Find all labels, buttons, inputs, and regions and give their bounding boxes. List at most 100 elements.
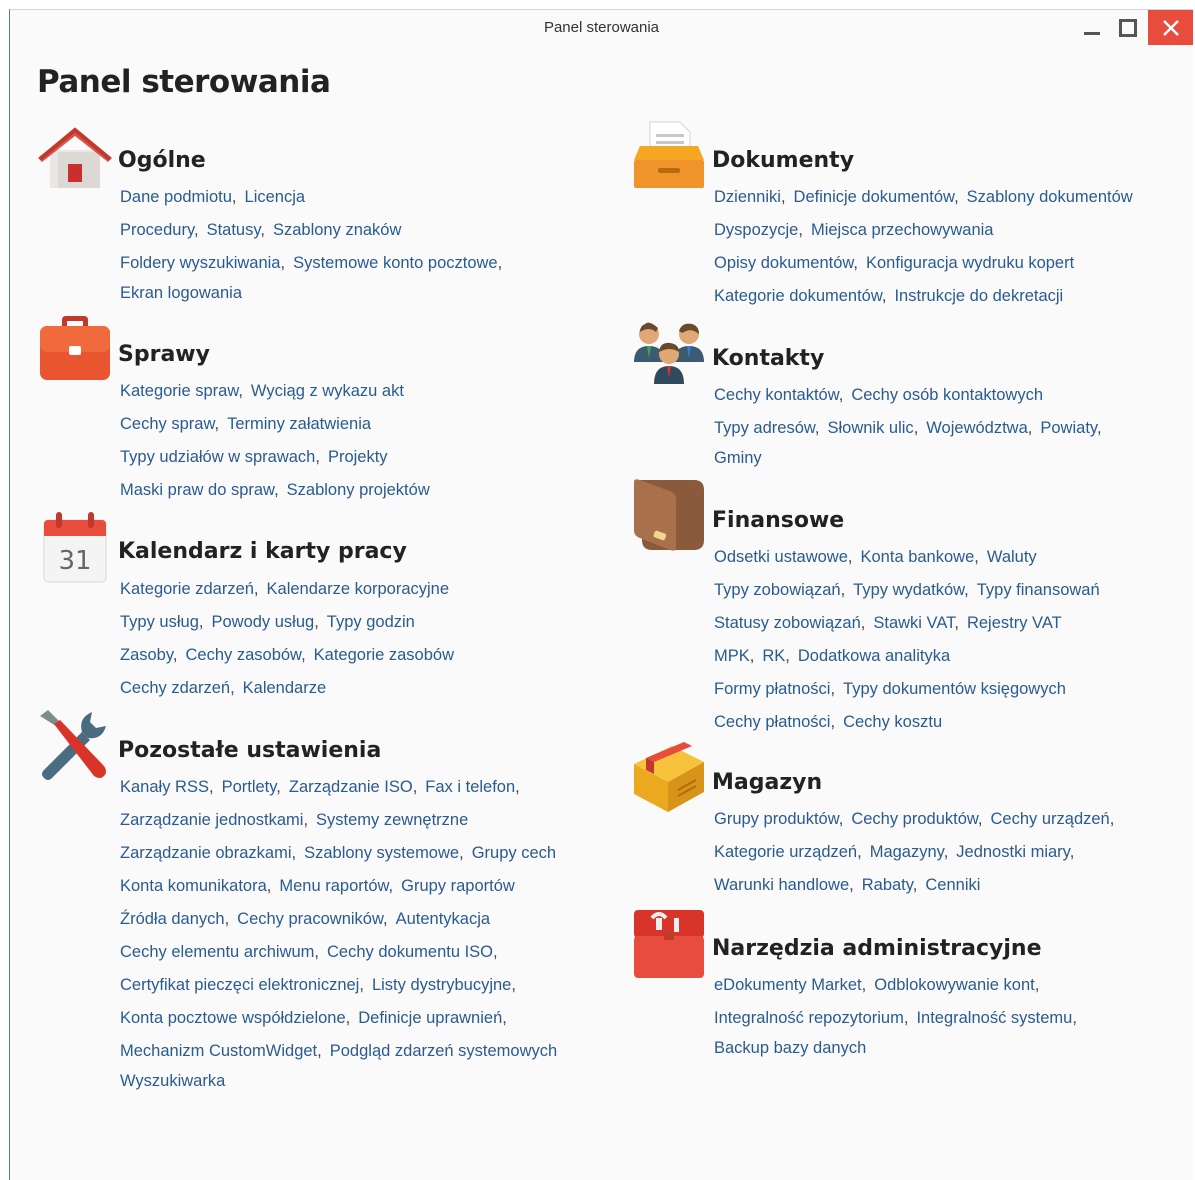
settings-link[interactable]: Konta pocztowe współdzielone (120, 1009, 346, 1027)
settings-link[interactable]: Wyszukiwarka (120, 1072, 225, 1090)
maximize-button[interactable] (1109, 10, 1147, 45)
settings-link[interactable]: Integralność systemu (916, 1009, 1072, 1027)
settings-link[interactable]: Słownik ulic (827, 419, 913, 437)
settings-link[interactable]: Systemy zewnętrzne (316, 811, 468, 829)
settings-link[interactable]: Cechy kosztu (843, 713, 942, 731)
settings-link[interactable]: Typy godzin (327, 613, 415, 631)
settings-link[interactable]: Formy płatności (714, 680, 830, 698)
settings-link[interactable]: Cenniki (925, 876, 980, 894)
settings-link[interactable]: Wyciąg z wykazu akt (251, 382, 404, 400)
settings-link[interactable]: Kategorie zasobów (314, 646, 454, 664)
settings-link[interactable]: Kalendarze korporacyjne (267, 580, 450, 598)
settings-link[interactable]: eDokumenty Market (714, 976, 862, 994)
settings-link[interactable]: Zarządzanie ISO (289, 778, 413, 796)
settings-link[interactable]: Warunki handlowe (714, 876, 849, 894)
settings-link[interactable]: Cechy urządzeń (991, 810, 1110, 828)
settings-link[interactable]: Gminy (714, 449, 762, 467)
settings-link[interactable]: Województwa (926, 419, 1028, 437)
settings-link[interactable]: Konfiguracja wydruku kopert (866, 254, 1074, 272)
settings-link[interactable]: Foldery wyszukiwania (120, 254, 280, 272)
settings-link[interactable]: Stawki VAT (873, 614, 954, 632)
settings-link[interactable]: Systemowe konto pocztowe (293, 254, 498, 272)
settings-link[interactable]: Kategorie spraw (120, 382, 238, 400)
settings-link[interactable]: Kategorie dokumentów (714, 287, 882, 305)
settings-link[interactable]: Typy adresów (714, 419, 815, 437)
settings-link[interactable]: Backup bazy danych (714, 1039, 866, 1057)
settings-link[interactable]: Maski praw do spraw (120, 481, 274, 499)
settings-link[interactable]: Definicje uprawnień (358, 1009, 502, 1027)
settings-link[interactable]: Szablony znaków (273, 221, 401, 239)
settings-link[interactable]: Certyfikat pieczęci elektronicznej (120, 976, 359, 994)
settings-link[interactable]: Terminy załatwienia (227, 415, 371, 433)
settings-link[interactable]: Portlety (222, 778, 277, 796)
settings-link[interactable]: Rejestry VAT (967, 614, 1062, 632)
settings-link[interactable]: Cechy elementu archiwum (120, 943, 314, 961)
settings-link[interactable]: Typy zobowiązań (714, 581, 841, 599)
settings-link[interactable]: Cechy kontaktów (714, 386, 839, 404)
settings-link[interactable]: Procedury (120, 221, 194, 239)
settings-link[interactable]: Definicje dokumentów (794, 188, 955, 206)
settings-link[interactable]: Cechy dokumentu ISO (327, 943, 493, 961)
settings-link[interactable]: Cechy osób kontaktowych (851, 386, 1043, 404)
settings-link[interactable]: Autentykacja (396, 910, 490, 928)
settings-link[interactable]: Odblokowywanie kont (874, 976, 1035, 994)
settings-link[interactable]: Grupy raportów (401, 877, 515, 895)
settings-link[interactable]: Miejsca przechowywania (811, 221, 994, 239)
settings-link[interactable]: Konta komunikatora (120, 877, 267, 895)
settings-link[interactable]: Typy finansowań (977, 581, 1100, 599)
settings-link[interactable]: Projekty (328, 448, 388, 466)
settings-link[interactable]: Kalendarze (243, 679, 326, 697)
close-button[interactable] (1148, 10, 1193, 45)
settings-link[interactable]: Cechy zdarzeń (120, 679, 230, 697)
settings-link[interactable]: Cechy spraw (120, 415, 214, 433)
settings-link[interactable]: Grupy cech (472, 844, 556, 862)
settings-link[interactable]: Instrukcje do dekretacji (894, 287, 1063, 305)
settings-link[interactable]: Typy dokumentów księgowych (843, 680, 1066, 698)
settings-link[interactable]: Cechy płatności (714, 713, 830, 731)
settings-link[interactable]: RK (762, 647, 785, 665)
settings-link[interactable]: Mechanizm CustomWidget (120, 1042, 317, 1060)
settings-link[interactable]: Zarządzanie jednostkami (120, 811, 303, 829)
settings-link[interactable]: Dzienniki (714, 188, 781, 206)
settings-link[interactable]: Typy udziałów w sprawach (120, 448, 315, 466)
settings-link[interactable]: Integralność repozytorium (714, 1009, 904, 1027)
settings-link[interactable]: Kategorie urządzeń (714, 843, 857, 861)
settings-link[interactable]: Cechy pracowników (237, 910, 383, 928)
settings-link[interactable]: Rabaty (862, 876, 913, 894)
settings-link[interactable]: Menu raportów (279, 877, 388, 895)
settings-link[interactable]: Listy dystrybucyjne (372, 976, 511, 994)
settings-link[interactable]: Waluty (987, 548, 1037, 566)
settings-link[interactable]: Typy wydatków (853, 581, 964, 599)
settings-link[interactable]: MPK (714, 647, 750, 665)
settings-link[interactable]: Cechy produktów (851, 810, 978, 828)
settings-link[interactable]: Źródła danych (120, 910, 225, 928)
settings-link[interactable]: Powiaty (1040, 419, 1097, 437)
settings-link[interactable]: Powody usług (211, 613, 314, 631)
settings-link[interactable]: Jednostki miary (956, 843, 1069, 861)
settings-link[interactable]: Grupy produktów (714, 810, 839, 828)
settings-link[interactable]: Dyspozycje (714, 221, 798, 239)
settings-link[interactable]: Licencja (245, 188, 306, 206)
settings-link[interactable]: Fax i telefon (425, 778, 515, 796)
settings-link[interactable]: Odsetki ustawowe (714, 548, 848, 566)
settings-link[interactable]: Kanały RSS (120, 778, 209, 796)
settings-link[interactable]: Statusy (207, 221, 261, 239)
settings-link[interactable]: Ekran logowania (120, 284, 242, 302)
settings-link[interactable]: Statusy zobowiązań (714, 614, 861, 632)
settings-link[interactable]: Szablony dokumentów (967, 188, 1133, 206)
settings-link[interactable]: Cechy zasobów (185, 646, 301, 664)
settings-link[interactable]: Zasoby (120, 646, 173, 664)
settings-link[interactable]: Typy usług (120, 613, 199, 631)
settings-link[interactable]: Dodatkowa analityka (798, 647, 950, 665)
settings-link[interactable]: Opisy dokumentów (714, 254, 853, 272)
minimize-button[interactable] (1073, 10, 1111, 45)
settings-link[interactable]: Magazyny (870, 843, 944, 861)
settings-link[interactable]: Dane podmiotu (120, 188, 232, 206)
settings-link[interactable]: Konta bankowe (861, 548, 975, 566)
settings-link[interactable]: Szablony systemowe (304, 844, 459, 862)
title-bar[interactable]: Panel sterowania (10, 10, 1193, 48)
settings-link[interactable]: Szablony projektów (287, 481, 430, 499)
settings-link[interactable]: Kategorie zdarzeń (120, 580, 254, 598)
settings-link[interactable]: Podgląd zdarzeń systemowych (330, 1042, 557, 1060)
settings-link[interactable]: Zarządzanie obrazkami (120, 844, 292, 862)
